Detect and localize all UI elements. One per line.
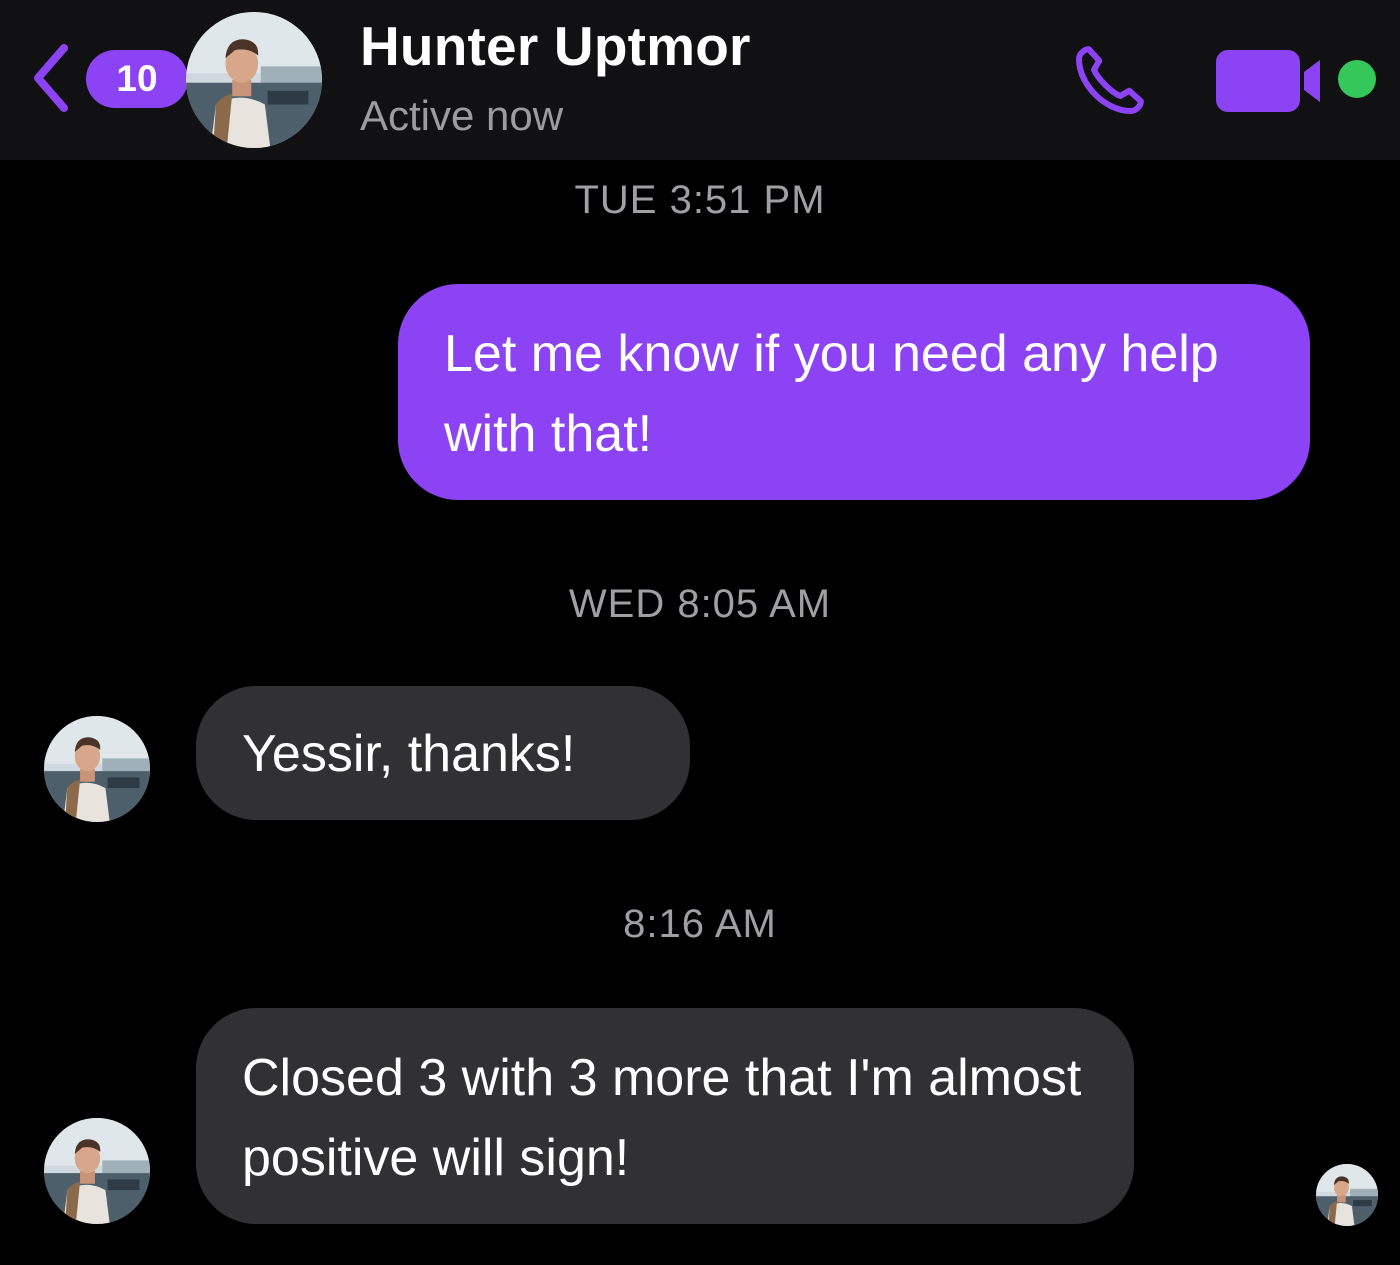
contact-avatar[interactable] — [186, 12, 322, 148]
active-status: Active now — [360, 92, 564, 139]
sender-avatar[interactable] — [44, 716, 150, 822]
incoming-message-bubble[interactable]: Closed 3 with 3 more that I'm almost pos… — [196, 1008, 1134, 1224]
incoming-message-bubble[interactable]: Yessir, thanks! — [196, 686, 690, 820]
timestamp: WED 8:05 AM — [568, 582, 832, 626]
read-receipt-avatar — [1316, 1164, 1378, 1226]
sender-avatar[interactable] — [44, 1118, 150, 1224]
video-call-button[interactable] — [1216, 50, 1332, 112]
video-camera-icon — [1216, 50, 1320, 112]
chevron-left-icon — [34, 44, 68, 112]
chat-header: 10 Hunter Uptmor Active now — [0, 0, 1400, 160]
phone-call-button[interactable] — [1064, 36, 1154, 126]
timestamp: TUE 3:51 PM — [574, 178, 826, 222]
back-button[interactable]: 10 — [30, 40, 188, 116]
timestamp: 8:16 AM — [623, 902, 777, 946]
outgoing-message-bubble[interactable]: Let me know if you need any help with th… — [398, 284, 1310, 500]
phone-icon — [1076, 46, 1144, 114]
contact-name[interactable]: Hunter Uptmor — [360, 14, 751, 78]
unread-count-badge: 10 — [86, 50, 188, 108]
online-indicator — [1338, 60, 1376, 98]
